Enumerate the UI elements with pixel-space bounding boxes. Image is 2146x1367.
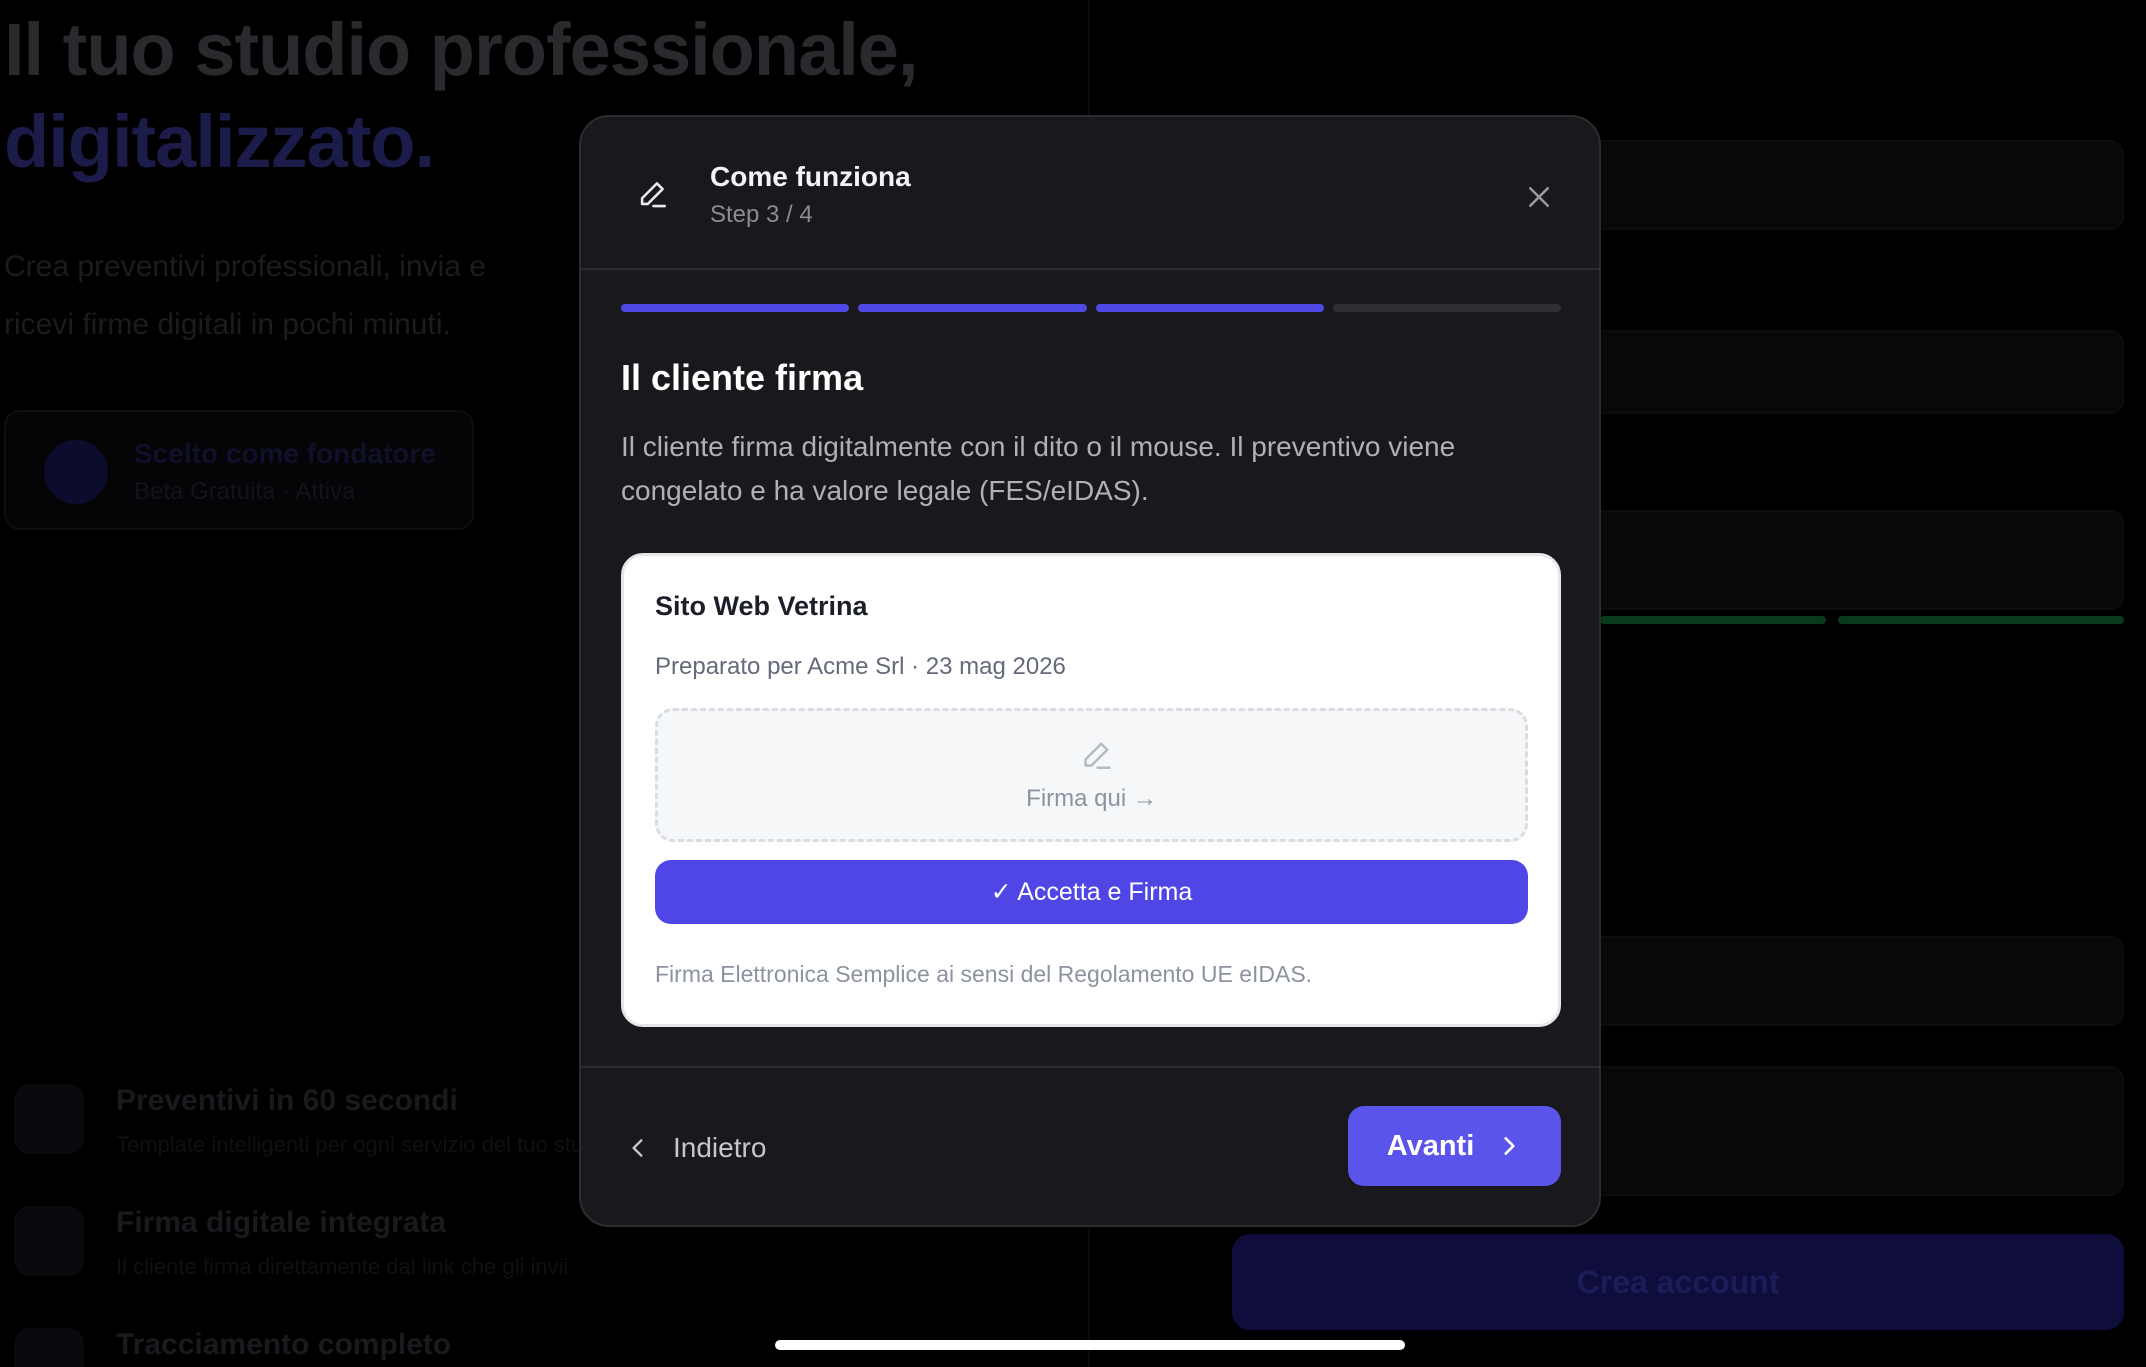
onboarding-modal: Come funziona Step 3 / 4 Il cliente firm… bbox=[579, 115, 1601, 1227]
modal-footer: Indietro Avanti bbox=[581, 1066, 1599, 1225]
progress-segment bbox=[1095, 304, 1324, 312]
modal-header: Come funziona Step 3 / 4 bbox=[581, 117, 1599, 270]
feature-icon bbox=[14, 1206, 84, 1276]
quote-title: Sito Web Vetrina bbox=[655, 591, 868, 621]
strength-bar bbox=[1600, 616, 1826, 624]
feature-icon bbox=[14, 1328, 84, 1367]
legal-note: Firma Elettronica Semplice ai sensi del … bbox=[655, 961, 1313, 987]
next-label: Avanti bbox=[1386, 1129, 1475, 1162]
back-label: Indietro bbox=[673, 1132, 767, 1163]
home-indicator bbox=[775, 1340, 1405, 1350]
feature-subtitle: Il cliente firma direttamente dal link c… bbox=[116, 1254, 569, 1279]
feature-title: Firma digitale integrata bbox=[116, 1206, 447, 1239]
feature-subtitle: Template intelligenti per ogni servizio … bbox=[116, 1132, 613, 1157]
feature-icon bbox=[14, 1084, 84, 1154]
modal-title: Come funziona bbox=[710, 161, 911, 192]
step-progress bbox=[621, 304, 1561, 312]
step-indicator: Step 3 / 4 bbox=[710, 201, 813, 228]
strength-bar bbox=[1838, 616, 2124, 624]
back-button[interactable]: Indietro bbox=[625, 1106, 795, 1190]
progress-segment bbox=[1332, 304, 1561, 312]
pen-icon bbox=[640, 182, 667, 208]
feature-title: Preventivi in 60 secondi bbox=[116, 1084, 458, 1117]
plan-title: Scelto come fondatore bbox=[134, 438, 436, 469]
accept-and-sign-button[interactable]: ✓ Accetta e Firma bbox=[655, 860, 1528, 924]
quote-meta: Preparato per Acme Srl · 23 mag 2026 bbox=[655, 653, 1066, 680]
signature-label: Firma qui → bbox=[1026, 785, 1157, 812]
close-icon bbox=[1529, 187, 1549, 207]
create-account-button: Crea account bbox=[1232, 1234, 2124, 1330]
progress-segment bbox=[858, 304, 1087, 312]
chevron-right-icon bbox=[1504, 1137, 1515, 1155]
pen-icon bbox=[1084, 742, 1111, 769]
plan-subtitle: Beta Gratuita · Attiva bbox=[134, 478, 356, 505]
hero-subtitle: Crea preventivi professionali, invia e r… bbox=[4, 250, 486, 341]
chevron-left-icon bbox=[632, 1139, 643, 1157]
signature-pad[interactable]: Firma qui → bbox=[655, 708, 1528, 842]
plan-avatar bbox=[44, 440, 108, 504]
quote-preview-card: Sito Web Vetrina Preparato per Acme Srl … bbox=[621, 553, 1561, 1027]
next-button[interactable]: Avanti bbox=[1348, 1106, 1561, 1186]
step-description: Il cliente firma digitalmente con il dit… bbox=[621, 431, 1456, 506]
step-title: Il cliente firma bbox=[621, 357, 864, 398]
feature-title: Tracciamento completo bbox=[116, 1328, 452, 1361]
close-button[interactable] bbox=[1517, 175, 1561, 219]
progress-segment bbox=[621, 304, 850, 312]
